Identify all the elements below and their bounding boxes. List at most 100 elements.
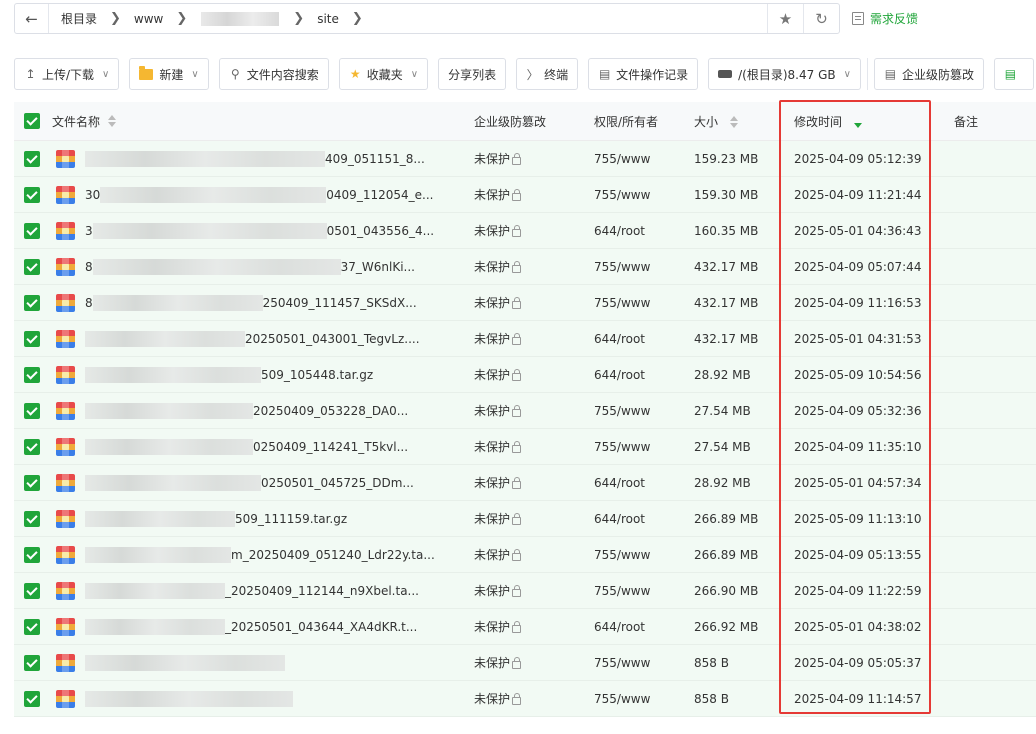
table-row[interactable]: 509_111159.tar.gz 未保护 644/root 266.89 MB… [14, 501, 1036, 537]
protection-cell[interactable]: 未保护 [474, 150, 594, 167]
tamper-proof-button[interactable]: ▤ 企业级防篡改 [873, 58, 984, 90]
row-checkbox[interactable] [24, 546, 40, 563]
header-name[interactable]: 文件名称 [52, 113, 474, 130]
star-icon[interactable]: ★ [767, 4, 803, 33]
row-checkbox[interactable] [24, 186, 40, 203]
perm-cell[interactable]: 644/root [594, 332, 694, 346]
row-checkbox[interactable] [24, 222, 40, 239]
protection-cell[interactable]: 未保护 [474, 258, 594, 275]
perm-cell[interactable]: 755/www [594, 548, 694, 562]
back-arrow-icon[interactable]: ← [15, 4, 49, 33]
row-checkbox[interactable] [24, 366, 40, 383]
perm-cell[interactable]: 755/www [594, 152, 694, 166]
disk-button[interactable]: /(根目录)8.47 GB ∨ [708, 58, 861, 90]
row-checkbox[interactable] [24, 654, 40, 671]
breadcrumb-root[interactable]: 根目录 [58, 10, 100, 27]
perm-cell[interactable]: 644/root [594, 512, 694, 526]
perm-cell[interactable]: 644/root [594, 620, 694, 634]
protection-cell[interactable]: 未保护 [474, 582, 594, 599]
header-size[interactable]: 大小 [694, 113, 794, 130]
row-checkbox[interactable] [24, 438, 40, 455]
row-checkbox[interactable] [24, 582, 40, 599]
new-button[interactable]: 新建 ∨ [129, 58, 209, 90]
protection-cell[interactable]: 未保护 [474, 654, 594, 671]
breadcrumb-redacted[interactable] [201, 11, 280, 26]
protection-cell[interactable]: 未保护 [474, 402, 594, 419]
file-name-cell[interactable]: 8 250409_111457_SKSdX... [52, 293, 474, 312]
file-name-cell[interactable]: 0250501_045725_DDm... [52, 473, 474, 492]
table-row[interactable]: 509_105448.tar.gz 未保护 644/root 28.92 MB … [14, 357, 1036, 393]
perm-cell[interactable]: 755/www [594, 188, 694, 202]
breadcrumb-site[interactable]: site [314, 12, 342, 26]
favorites-button[interactable]: ★ 收藏夹 ∨ [338, 58, 429, 90]
file-name-cell[interactable]: 20250501_043001_TegvLz.... [52, 329, 474, 348]
protection-cell[interactable]: 未保护 [474, 330, 594, 347]
table-row[interactable]: _20250501_043644_XA4dKR.t... 未保护 644/roo… [14, 609, 1036, 645]
table-row[interactable]: m_20250409_051240_Ldr22y.ta... 未保护 755/w… [14, 537, 1036, 573]
table-row[interactable]: 8 37_W6nlKi... 未保护 755/www 432.17 MB 202… [14, 249, 1036, 285]
file-name-cell[interactable]: _20250501_043644_XA4dKR.t... [52, 617, 474, 636]
header-mtime[interactable]: 修改时间 [794, 113, 954, 130]
file-name-cell[interactable]: 509_105448.tar.gz [52, 365, 474, 384]
row-checkbox[interactable] [24, 294, 40, 311]
terminal-button[interactable]: 〉 终端 [516, 58, 579, 90]
file-name-cell[interactable] [52, 653, 474, 672]
file-name-cell[interactable]: 3 0501_043556_4... [52, 221, 474, 240]
row-checkbox[interactable] [24, 618, 40, 635]
row-checkbox[interactable] [24, 258, 40, 275]
table-row[interactable]: 3 0501_043556_4... 未保护 644/root 160.35 M… [14, 213, 1036, 249]
table-row[interactable]: 0250501_045725_DDm... 未保护 644/root 28.92… [14, 465, 1036, 501]
perm-cell[interactable]: 755/www [594, 260, 694, 274]
breadcrumb-www[interactable]: www [131, 12, 166, 26]
table-row[interactable]: 30 0409_112054_e... 未保护 755/www 159.30 M… [14, 177, 1036, 213]
protection-cell[interactable]: 未保护 [474, 222, 594, 239]
op-log-button[interactable]: ▤ 文件操作记录 [588, 58, 699, 90]
upload-download-button[interactable]: ↥ 上传/下载 ∨ [14, 58, 120, 90]
perm-cell[interactable]: 644/root [594, 476, 694, 490]
protection-cell[interactable]: 未保护 [474, 690, 594, 707]
protection-cell[interactable]: 未保护 [474, 510, 594, 527]
select-all-checkbox[interactable] [24, 113, 40, 129]
table-row[interactable]: 20250501_043001_TegvLz.... 未保护 644/root … [14, 321, 1036, 357]
row-checkbox[interactable] [24, 330, 40, 347]
table-row[interactable]: 409_051151_8... 未保护 755/www 159.23 MB 20… [14, 141, 1036, 177]
table-row[interactable]: 8 250409_111457_SKSdX... 未保护 755/www 432… [14, 285, 1036, 321]
perm-cell[interactable]: 644/root [594, 224, 694, 238]
table-row[interactable]: 0250409_114241_T5kvl... 未保护 755/www 27.5… [14, 429, 1036, 465]
table-row[interactable]: _20250409_112144_n9Xbel.ta... 未保护 755/ww… [14, 573, 1036, 609]
share-list-button[interactable]: 分享列表 [438, 58, 507, 90]
protection-cell[interactable]: 未保护 [474, 294, 594, 311]
file-name-cell[interactable]: m_20250409_051240_Ldr22y.ta... [52, 545, 474, 564]
perm-cell[interactable]: 755/www [594, 584, 694, 598]
file-name-cell[interactable]: 20250409_053228_DA0... [52, 401, 474, 420]
file-name-cell[interactable] [52, 689, 474, 708]
file-name-cell[interactable]: 8 37_W6nlKi... [52, 257, 474, 276]
file-name-cell[interactable]: 30 0409_112054_e... [52, 185, 474, 204]
protection-cell[interactable]: 未保护 [474, 618, 594, 635]
row-checkbox[interactable] [24, 510, 40, 527]
perm-cell[interactable]: 755/www [594, 656, 694, 670]
row-checkbox[interactable] [24, 402, 40, 419]
perm-cell[interactable]: 755/www [594, 440, 694, 454]
protection-cell[interactable]: 未保护 [474, 366, 594, 383]
table-row[interactable]: 未保护 755/www 858 B 2025-04-09 05:05:37 [14, 645, 1036, 681]
refresh-icon[interactable]: ↻ [803, 4, 839, 33]
protection-cell[interactable]: 未保护 [474, 438, 594, 455]
protection-cell[interactable]: 未保护 [474, 546, 594, 563]
perm-cell[interactable]: 755/www [594, 692, 694, 706]
perm-cell[interactable]: 755/www [594, 296, 694, 310]
file-name-cell[interactable]: 509_111159.tar.gz [52, 509, 474, 528]
row-checkbox[interactable] [24, 474, 40, 491]
content-search-button[interactable]: ⚲ 文件内容搜索 [218, 58, 329, 90]
file-name-cell[interactable]: _20250409_112144_n9Xbel.ta... [52, 581, 474, 600]
table-row[interactable]: 未保护 755/www 858 B 2025-04-09 11:14:57 [14, 681, 1036, 717]
row-checkbox[interactable] [24, 150, 40, 167]
file-name-cell[interactable]: 409_051151_8... [52, 149, 474, 168]
more-button[interactable]: ▤ [993, 58, 1034, 90]
perm-cell[interactable]: 755/www [594, 404, 694, 418]
feedback-link[interactable]: 需求反馈 [852, 10, 918, 27]
protection-cell[interactable]: 未保护 [474, 474, 594, 491]
file-name-cell[interactable]: 0250409_114241_T5kvl... [52, 437, 474, 456]
perm-cell[interactable]: 644/root [594, 368, 694, 382]
row-checkbox[interactable] [24, 690, 40, 707]
